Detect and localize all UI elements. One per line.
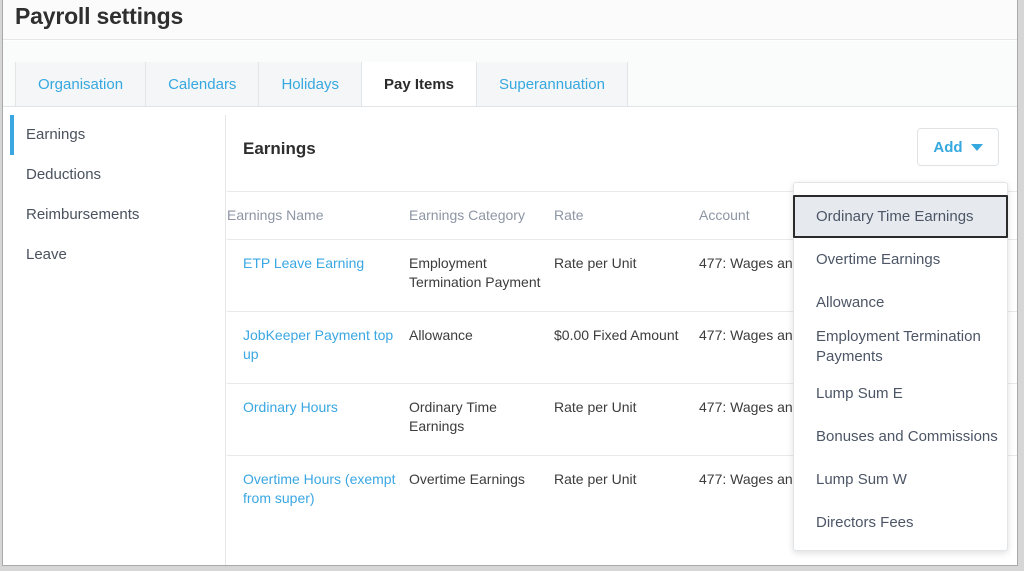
tab-strip: Organisation Calendars Holidays Pay Items Su… — [3, 41, 1017, 107]
app-frame: Payroll settings Organisation Calendars Ho… — [2, 0, 1018, 566]
tab-superannuation[interactable]: Superannuation — [477, 62, 628, 107]
cell-rate: Rate per Unit — [554, 471, 637, 487]
sidebar-item-reimbursements[interactable]: Reimbursements — [11, 195, 225, 235]
column-header: Rate — [554, 207, 584, 224]
add-dropdown-menu[interactable]: Ordinary Time Earnings Overtime Earnings A… — [793, 182, 1008, 551]
cell-rate: Rate per Unit — [554, 399, 637, 415]
column-header: Earnings Name — [227, 207, 324, 224]
sidebar-item-leave[interactable]: Leave — [11, 235, 225, 275]
dropdown-item-bonuses-and-commissions[interactable]: Bonuses and Commissions — [794, 415, 1007, 458]
tab-pay-items[interactable]: Pay Items — [361, 62, 478, 107]
dropdown-item-ordinary-time-earnings[interactable]: Ordinary Time Earnings — [793, 195, 1008, 238]
column-header: Earnings Category — [409, 207, 525, 224]
earnings-name-link[interactable]: Overtime Hours (exempt from super) — [227, 456, 409, 527]
tab-calendars[interactable]: Calendars — [146, 62, 260, 107]
cell-category: Allowance — [409, 327, 473, 343]
chevron-down-icon — [970, 143, 983, 151]
add-button-label: Add — [933, 138, 963, 156]
cell-category: Overtime Earnings — [409, 471, 525, 487]
earnings-name-link[interactable]: ETP Leave Earning — [227, 240, 409, 311]
section-title: Earnings — [243, 139, 316, 158]
add-button[interactable]: Add — [917, 128, 999, 166]
cell-rate: Rate per Unit — [554, 255, 637, 271]
content-header: Earnings Add — [227, 107, 1017, 191]
tab-holidays[interactable]: Holidays — [259, 62, 362, 107]
tab-organisation[interactable]: Organisation — [15, 62, 147, 107]
page-title: Payroll settings — [15, 3, 184, 29]
dropdown-item-lump-sum-w[interactable]: Lump Sum W — [794, 458, 1007, 501]
cell-rate: $0.00 Fixed Amount — [554, 327, 679, 343]
dropdown-item-lump-sum-e[interactable]: Lump Sum E — [794, 372, 1007, 415]
earnings-name-link[interactable]: JobKeeper Payment top up — [227, 312, 409, 383]
earnings-name-link[interactable]: Ordinary Hours — [227, 384, 409, 455]
dropdown-item-employment-termination-payments[interactable]: Employment Termination Payments — [794, 324, 1007, 372]
sidebar-item-deductions[interactable]: Deductions — [11, 155, 225, 195]
sidebar-item-earnings[interactable]: Earnings — [10, 115, 225, 155]
cell-category: Ordinary Time Earnings — [409, 399, 497, 434]
screenshot-root: Payroll settings Organisation Calendars Ho… — [0, 0, 1024, 571]
sidebar: Earnings Deductions Reimbursements Leave — [10, 115, 226, 565]
title-bar: Payroll settings — [3, 0, 1017, 40]
dropdown-item-directors-fees[interactable]: Directors Fees — [794, 501, 1007, 544]
dropdown-item-allowance[interactable]: Allowance — [794, 281, 1007, 324]
dropdown-item-overtime-earnings[interactable]: Overtime Earnings — [794, 238, 1007, 281]
tab-list: Organisation Calendars Holidays Pay Items Su… — [15, 62, 628, 107]
cell-category: Employment Termination Payment — [409, 255, 541, 290]
